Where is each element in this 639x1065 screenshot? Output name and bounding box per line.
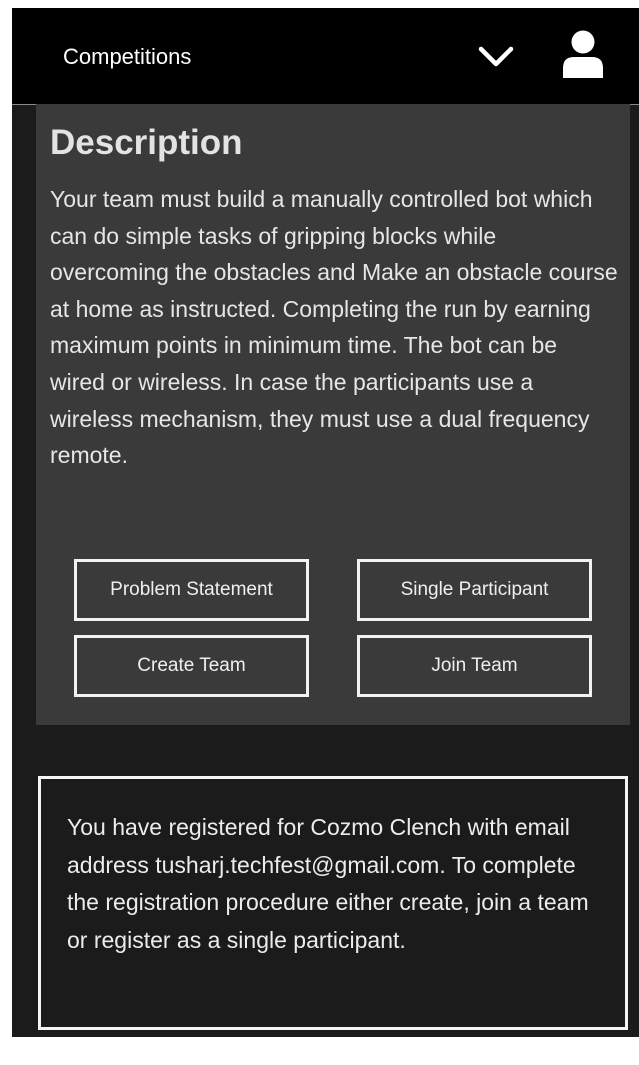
top-navigation-bar: Competitions [12,8,639,105]
nav-title[interactable]: Competitions [63,44,191,70]
problem-statement-button[interactable]: Problem Statement [74,559,309,621]
join-team-button[interactable]: Join Team [357,635,592,697]
chevron-down-icon[interactable] [478,46,514,68]
user-icon[interactable] [562,30,604,80]
description-heading: Description [50,123,243,162]
create-team-button[interactable]: Create Team [74,635,309,697]
single-participant-button[interactable]: Single Participant [357,559,592,621]
registration-notice: You have registered for Cozmo Clench wit… [38,776,628,1030]
registration-notice-text: You have registered for Cozmo Clench wit… [67,814,589,953]
app-screen: Competitions Description Your team must … [12,8,639,1037]
description-text: Your team must build a manually controll… [50,186,618,469]
description-card: Description Your team must build a manua… [36,104,630,725]
